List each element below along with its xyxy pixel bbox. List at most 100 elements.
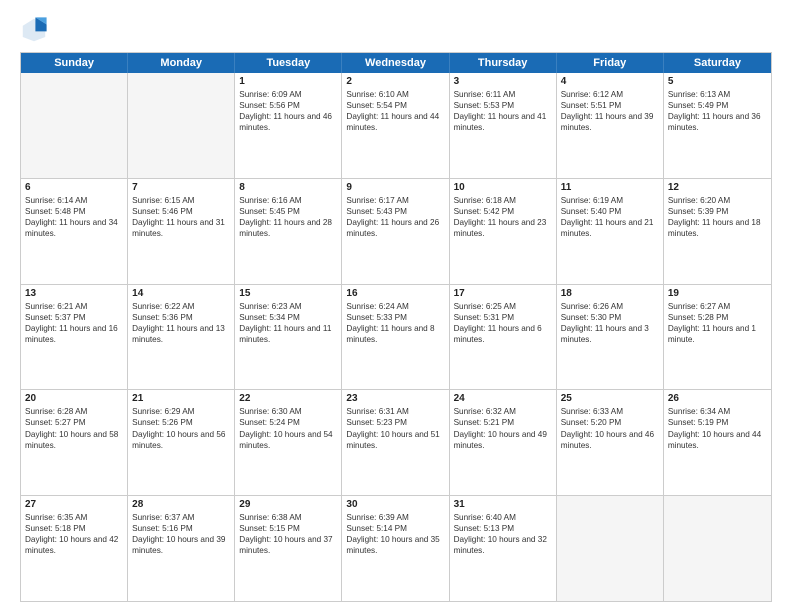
cell-info: Sunrise: 6:22 AM Sunset: 5:36 PM Dayligh… xyxy=(132,301,230,345)
weekday-header: Thursday xyxy=(450,53,557,73)
day-number: 11 xyxy=(561,182,659,193)
day-number: 25 xyxy=(561,393,659,404)
day-number: 7 xyxy=(132,182,230,193)
day-number: 30 xyxy=(346,499,444,510)
calendar-row: 1 Sunrise: 6:09 AM Sunset: 5:56 PM Daylig… xyxy=(21,73,771,178)
calendar-cell xyxy=(128,73,235,178)
calendar-cell xyxy=(557,496,664,601)
calendar-cell: 28 Sunrise: 6:37 AM Sunset: 5:16 PM Dayli… xyxy=(128,496,235,601)
calendar-cell: 21 Sunrise: 6:29 AM Sunset: 5:26 PM Dayli… xyxy=(128,390,235,495)
day-number: 22 xyxy=(239,393,337,404)
calendar-row: 6 Sunrise: 6:14 AM Sunset: 5:48 PM Daylig… xyxy=(21,178,771,284)
cell-info: Sunrise: 6:38 AM Sunset: 5:15 PM Dayligh… xyxy=(239,512,337,556)
calendar-cell: 17 Sunrise: 6:25 AM Sunset: 5:31 PM Dayli… xyxy=(450,285,557,390)
calendar-cell xyxy=(21,73,128,178)
cell-info: Sunrise: 6:20 AM Sunset: 5:39 PM Dayligh… xyxy=(668,195,767,239)
calendar-cell: 30 Sunrise: 6:39 AM Sunset: 5:14 PM Dayli… xyxy=(342,496,449,601)
calendar-cell: 12 Sunrise: 6:20 AM Sunset: 5:39 PM Dayli… xyxy=(664,179,771,284)
cell-info: Sunrise: 6:37 AM Sunset: 5:16 PM Dayligh… xyxy=(132,512,230,556)
calendar-cell: 19 Sunrise: 6:27 AM Sunset: 5:28 PM Dayli… xyxy=(664,285,771,390)
day-number: 9 xyxy=(346,182,444,193)
cell-info: Sunrise: 6:26 AM Sunset: 5:30 PM Dayligh… xyxy=(561,301,659,345)
day-number: 21 xyxy=(132,393,230,404)
weekday-header: Monday xyxy=(128,53,235,73)
day-number: 29 xyxy=(239,499,337,510)
logo xyxy=(20,16,52,44)
cell-info: Sunrise: 6:16 AM Sunset: 5:45 PM Dayligh… xyxy=(239,195,337,239)
calendar-cell: 20Sunrise: 6:28 AM Sunset: 5:27 PM Dayli… xyxy=(21,390,128,495)
day-number: 4 xyxy=(561,76,659,87)
calendar-cell: 31 Sunrise: 6:40 AM Sunset: 5:13 PM Dayli… xyxy=(450,496,557,601)
calendar-cell: 15 Sunrise: 6:23 AM Sunset: 5:34 PM Dayli… xyxy=(235,285,342,390)
day-number: 6 xyxy=(25,182,123,193)
calendar-cell: 13Sunrise: 6:21 AM Sunset: 5:37 PM Dayli… xyxy=(21,285,128,390)
day-number: 17 xyxy=(454,288,552,299)
cell-info: Sunrise: 6:14 AM Sunset: 5:48 PM Dayligh… xyxy=(25,195,123,239)
day-number: 28 xyxy=(132,499,230,510)
day-number: 2 xyxy=(346,76,444,87)
calendar-cell: 5Sunrise: 6:13 AM Sunset: 5:49 PM Daylig… xyxy=(664,73,771,178)
cell-info: Sunrise: 6:11 AM Sunset: 5:53 PM Dayligh… xyxy=(454,89,552,133)
weekday-header: Tuesday xyxy=(235,53,342,73)
calendar-cell xyxy=(664,496,771,601)
calendar-cell: 8 Sunrise: 6:16 AM Sunset: 5:45 PM Daylig… xyxy=(235,179,342,284)
cell-info: Sunrise: 6:18 AM Sunset: 5:42 PM Dayligh… xyxy=(454,195,552,239)
day-number: 1 xyxy=(239,76,337,87)
cell-info: Sunrise: 6:13 AM Sunset: 5:49 PM Dayligh… xyxy=(668,89,767,133)
weekday-header: Sunday xyxy=(21,53,128,73)
cell-info: Sunrise: 6:33 AM Sunset: 5:20 PM Dayligh… xyxy=(561,406,659,450)
cell-info: Sunrise: 6:23 AM Sunset: 5:34 PM Dayligh… xyxy=(239,301,337,345)
logo-icon xyxy=(20,16,48,44)
calendar-cell: 18 Sunrise: 6:26 AM Sunset: 5:30 PM Dayli… xyxy=(557,285,664,390)
cell-info: Sunrise: 6:15 AM Sunset: 5:46 PM Dayligh… xyxy=(132,195,230,239)
cell-info: Sunrise: 6:24 AM Sunset: 5:33 PM Dayligh… xyxy=(346,301,444,345)
day-number: 8 xyxy=(239,182,337,193)
calendar-row: 20Sunrise: 6:28 AM Sunset: 5:27 PM Dayli… xyxy=(21,389,771,495)
calendar-cell: 10Sunrise: 6:18 AM Sunset: 5:42 PM Dayli… xyxy=(450,179,557,284)
calendar-cell: 11Sunrise: 6:19 AM Sunset: 5:40 PM Dayli… xyxy=(557,179,664,284)
weekday-header: Friday xyxy=(557,53,664,73)
day-number: 19 xyxy=(668,288,767,299)
cell-info: Sunrise: 6:39 AM Sunset: 5:14 PM Dayligh… xyxy=(346,512,444,556)
weekday-header: Wednesday xyxy=(342,53,449,73)
cell-info: Sunrise: 6:10 AM Sunset: 5:54 PM Dayligh… xyxy=(346,89,444,133)
page: SundayMondayTuesdayWednesdayThursdayFrid… xyxy=(0,0,792,612)
header xyxy=(20,16,772,44)
cell-info: Sunrise: 6:21 AM Sunset: 5:37 PM Dayligh… xyxy=(25,301,123,345)
day-number: 14 xyxy=(132,288,230,299)
calendar-row: 27 Sunrise: 6:35 AM Sunset: 5:18 PM Dayli… xyxy=(21,495,771,601)
cell-info: Sunrise: 6:17 AM Sunset: 5:43 PM Dayligh… xyxy=(346,195,444,239)
calendar-cell: 7 Sunrise: 6:15 AM Sunset: 5:46 PM Daylig… xyxy=(128,179,235,284)
calendar-cell: 29 Sunrise: 6:38 AM Sunset: 5:15 PM Dayli… xyxy=(235,496,342,601)
cell-info: Sunrise: 6:25 AM Sunset: 5:31 PM Dayligh… xyxy=(454,301,552,345)
calendar-cell: 3Sunrise: 6:11 AM Sunset: 5:53 PM Daylig… xyxy=(450,73,557,178)
calendar-cell: 2 Sunrise: 6:10 AM Sunset: 5:54 PM Daylig… xyxy=(342,73,449,178)
cell-info: Sunrise: 6:09 AM Sunset: 5:56 PM Dayligh… xyxy=(239,89,337,133)
day-number: 15 xyxy=(239,288,337,299)
day-number: 27 xyxy=(25,499,123,510)
cell-info: Sunrise: 6:29 AM Sunset: 5:26 PM Dayligh… xyxy=(132,406,230,450)
day-number: 18 xyxy=(561,288,659,299)
calendar-cell: 16Sunrise: 6:24 AM Sunset: 5:33 PM Dayli… xyxy=(342,285,449,390)
calendar-cell: 27 Sunrise: 6:35 AM Sunset: 5:18 PM Dayli… xyxy=(21,496,128,601)
calendar: SundayMondayTuesdayWednesdayThursdayFrid… xyxy=(20,52,772,602)
calendar-cell: 26Sunrise: 6:34 AM Sunset: 5:19 PM Dayli… xyxy=(664,390,771,495)
cell-info: Sunrise: 6:27 AM Sunset: 5:28 PM Dayligh… xyxy=(668,301,767,345)
weekday-header: Saturday xyxy=(664,53,771,73)
day-number: 31 xyxy=(454,499,552,510)
calendar-cell: 9 Sunrise: 6:17 AM Sunset: 5:43 PM Daylig… xyxy=(342,179,449,284)
day-number: 24 xyxy=(454,393,552,404)
day-number: 20 xyxy=(25,393,123,404)
calendar-cell: 1 Sunrise: 6:09 AM Sunset: 5:56 PM Daylig… xyxy=(235,73,342,178)
calendar-row: 13Sunrise: 6:21 AM Sunset: 5:37 PM Dayli… xyxy=(21,284,771,390)
cell-info: Sunrise: 6:31 AM Sunset: 5:23 PM Dayligh… xyxy=(346,406,444,450)
cell-info: Sunrise: 6:12 AM Sunset: 5:51 PM Dayligh… xyxy=(561,89,659,133)
calendar-cell: 22 Sunrise: 6:30 AM Sunset: 5:24 PM Dayli… xyxy=(235,390,342,495)
cell-info: Sunrise: 6:34 AM Sunset: 5:19 PM Dayligh… xyxy=(668,406,767,450)
cell-info: Sunrise: 6:32 AM Sunset: 5:21 PM Dayligh… xyxy=(454,406,552,450)
day-number: 12 xyxy=(668,182,767,193)
cell-info: Sunrise: 6:35 AM Sunset: 5:18 PM Dayligh… xyxy=(25,512,123,556)
cell-info: Sunrise: 6:40 AM Sunset: 5:13 PM Dayligh… xyxy=(454,512,552,556)
calendar-cell: 23Sunrise: 6:31 AM Sunset: 5:23 PM Dayli… xyxy=(342,390,449,495)
cell-info: Sunrise: 6:30 AM Sunset: 5:24 PM Dayligh… xyxy=(239,406,337,450)
